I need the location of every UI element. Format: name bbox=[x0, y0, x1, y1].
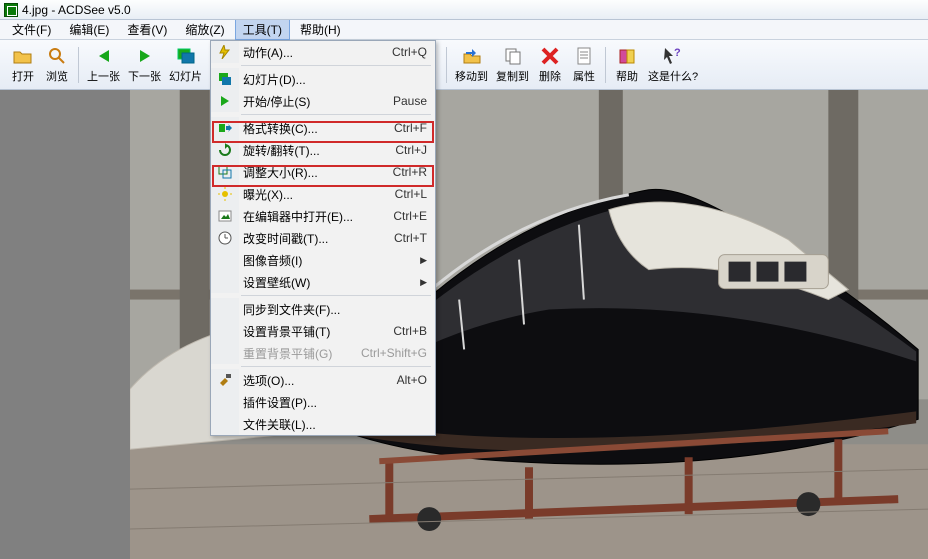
delete-icon bbox=[540, 46, 560, 66]
tools-dropdown: 动作(A)... Ctrl+Q 幻灯片(D)... 开始/停止(S) Pause… bbox=[210, 40, 436, 436]
submenu-arrow-icon: ▶ bbox=[420, 277, 427, 288]
next-button[interactable]: 下一张 bbox=[124, 43, 165, 87]
content-area bbox=[0, 90, 928, 559]
separator bbox=[78, 47, 79, 83]
copyto-label: 复制到 bbox=[496, 68, 529, 84]
svg-text:?: ? bbox=[674, 47, 681, 59]
submenu-arrow-icon: ▶ bbox=[420, 255, 427, 266]
menu-zoom[interactable]: 缩放(Z) bbox=[177, 19, 232, 40]
slideshow-button[interactable]: 幻灯片 bbox=[165, 43, 206, 87]
properties-button[interactable]: 属性 bbox=[567, 43, 601, 87]
menu-resize[interactable]: 调整大小(R)... Ctrl+R bbox=[211, 161, 435, 183]
copyto-button[interactable]: 复制到 bbox=[492, 43, 533, 87]
folder-open-icon bbox=[13, 46, 33, 66]
menu-set-wallpaper[interactable]: 设置壁纸(W) ▶ bbox=[211, 271, 435, 293]
properties-icon bbox=[574, 46, 594, 66]
delete-button[interactable]: 删除 bbox=[533, 43, 567, 87]
menu-actions[interactable]: 动作(A)... Ctrl+Q bbox=[211, 41, 435, 63]
rotate-icon bbox=[211, 139, 239, 161]
window-title: 4.jpg - ACDSee v5.0 bbox=[22, 3, 131, 17]
help-label: 帮助 bbox=[616, 68, 638, 84]
menu-tools[interactable]: 工具(T) bbox=[235, 19, 290, 40]
menu-edit[interactable]: 编辑(E) bbox=[61, 19, 117, 40]
resize-icon bbox=[211, 161, 239, 183]
open-label: 打开 bbox=[12, 68, 34, 84]
menu-change-timestamp[interactable]: 改变时间戳(T)... Ctrl+T bbox=[211, 227, 435, 249]
menu-set-bg-tile[interactable]: 设置背景平铺(T) Ctrl+B bbox=[211, 320, 435, 342]
menu-options[interactable]: 选项(O)... Alt+O bbox=[211, 369, 435, 391]
separator bbox=[605, 47, 606, 83]
lightning-icon bbox=[211, 41, 239, 63]
app-icon bbox=[4, 3, 18, 17]
menubar: 文件(F) 编辑(E) 查看(V) 缩放(Z) 工具(T) 帮助(H) bbox=[0, 20, 928, 40]
slideshow-icon bbox=[176, 46, 196, 66]
book-icon bbox=[617, 46, 637, 66]
menu-exposure[interactable]: 曝光(X)... Ctrl+L bbox=[211, 183, 435, 205]
editor-icon bbox=[211, 205, 239, 227]
copyto-icon bbox=[503, 46, 523, 66]
arrow-left-icon bbox=[94, 46, 114, 66]
menu-help[interactable]: 帮助(H) bbox=[292, 19, 349, 40]
play-icon bbox=[211, 90, 239, 112]
menu-rotate-flip[interactable]: 旋转/翻转(T)... Ctrl+J bbox=[211, 139, 435, 161]
next-label: 下一张 bbox=[128, 68, 161, 84]
toolbar: 打开 浏览 上一张 下一张 幻灯片 移动到 复制到 删除 属性 帮助 ? bbox=[0, 40, 928, 90]
hammer-icon bbox=[211, 369, 239, 391]
menu-slideshow[interactable]: 幻灯片(D)... bbox=[211, 68, 435, 90]
moveto-label: 移动到 bbox=[455, 68, 488, 84]
moveto-icon bbox=[462, 46, 482, 66]
help-button[interactable]: 帮助 bbox=[610, 43, 644, 87]
browse-label: 浏览 bbox=[46, 68, 68, 84]
menu-startstop[interactable]: 开始/停止(S) Pause bbox=[211, 90, 435, 112]
convert-icon bbox=[211, 117, 239, 139]
menu-open-in-editor[interactable]: 在编辑器中打开(E)... Ctrl+E bbox=[211, 205, 435, 227]
open-button[interactable]: 打开 bbox=[6, 43, 40, 87]
magnifier-icon bbox=[47, 46, 67, 66]
menu-image-audio[interactable]: 图像音频(I) ▶ bbox=[211, 249, 435, 271]
clock-icon bbox=[211, 227, 239, 249]
exposure-icon bbox=[211, 183, 239, 205]
slideshow-small-icon bbox=[211, 68, 239, 90]
menu-format-convert[interactable]: 格式转换(C)... Ctrl+F bbox=[211, 117, 435, 139]
delete-label: 删除 bbox=[539, 68, 561, 84]
whatsthis-button[interactable]: ? 这是什么? bbox=[644, 43, 702, 87]
separator bbox=[446, 47, 447, 83]
menu-sync-to-folder[interactable]: 同步到文件夹(F)... bbox=[211, 298, 435, 320]
moveto-button[interactable]: 移动到 bbox=[451, 43, 492, 87]
arrow-right-icon bbox=[135, 46, 155, 66]
menu-file[interactable]: 文件(F) bbox=[4, 19, 59, 40]
whatsthis-label: 这是什么? bbox=[648, 68, 698, 84]
menu-plugin-settings[interactable]: 插件设置(P)... bbox=[211, 391, 435, 413]
browse-button[interactable]: 浏览 bbox=[40, 43, 74, 87]
slideshow-label: 幻灯片 bbox=[169, 68, 202, 84]
prev-label: 上一张 bbox=[87, 68, 120, 84]
titlebar: 4.jpg - ACDSee v5.0 bbox=[0, 0, 928, 20]
properties-label: 属性 bbox=[573, 68, 595, 84]
question-arrow-icon: ? bbox=[663, 46, 683, 66]
menu-view[interactable]: 查看(V) bbox=[119, 19, 175, 40]
menu-reset-bg-tile: 重置背景平铺(G) Ctrl+Shift+G bbox=[211, 342, 435, 364]
menu-file-assoc[interactable]: 文件关联(L)... bbox=[211, 413, 435, 435]
prev-button[interactable]: 上一张 bbox=[83, 43, 124, 87]
